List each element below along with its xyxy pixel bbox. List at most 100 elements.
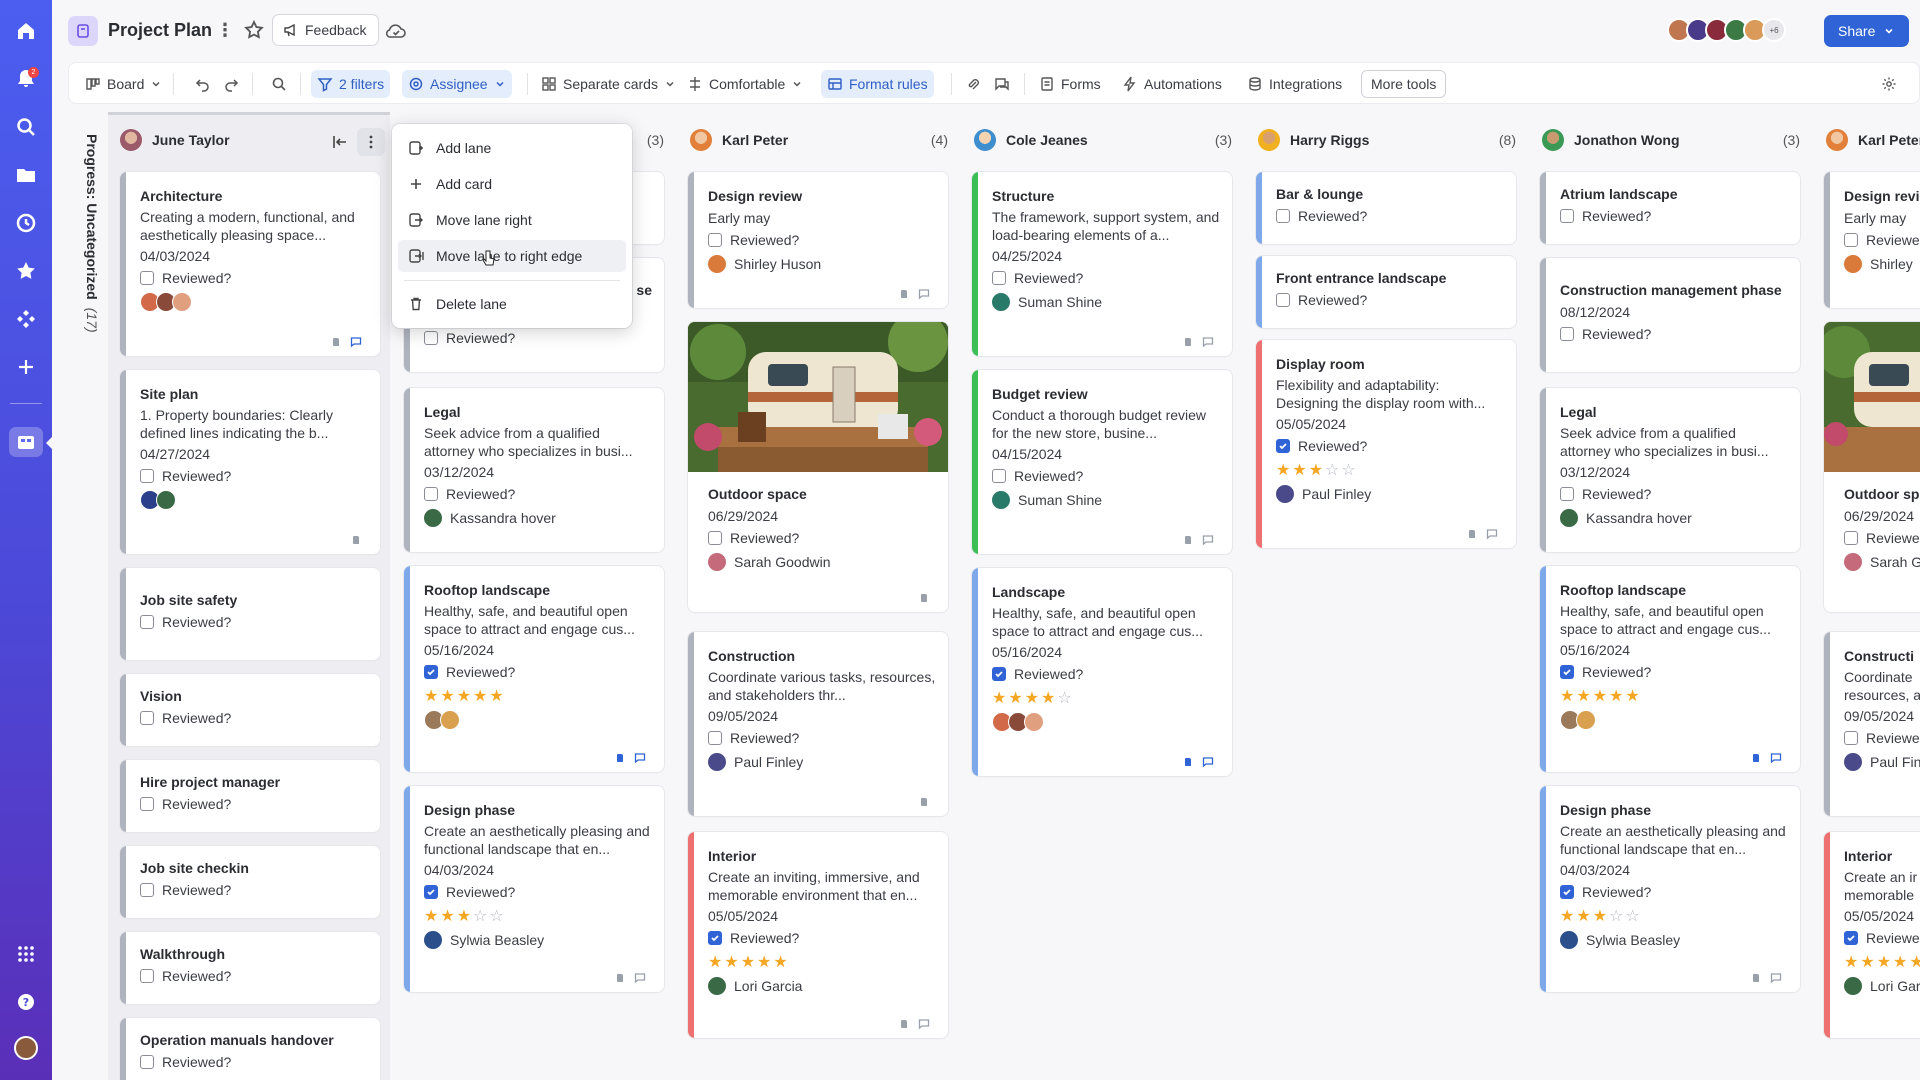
star-rating[interactable]: ★ ★ ★ ★ ★ — [708, 950, 936, 974]
card[interactable]: Rooftop landscape Healthy, safe, and bea… — [404, 566, 664, 772]
checkbox[interactable] — [1560, 665, 1574, 679]
card-assignee[interactable]: Kassandra hover — [424, 506, 652, 530]
comment-icon[interactable] — [1202, 756, 1214, 768]
paperclip-icon[interactable] — [1750, 752, 1762, 764]
card[interactable]: Bar & lounge Reviewed? — [1256, 172, 1516, 244]
lane-header[interactable]: Cole Jeanes (3) — [974, 112, 1232, 168]
checkbox[interactable] — [1276, 209, 1290, 223]
checkbox[interactable] — [424, 885, 438, 899]
checkbox[interactable] — [140, 1055, 154, 1069]
clock-icon[interactable] — [14, 211, 38, 235]
comments-button[interactable] — [988, 70, 1016, 98]
plus-icon[interactable] — [14, 355, 38, 379]
swimlane-group-label[interactable]: Progress: Uncategorized (17) — [84, 134, 100, 333]
star-rating[interactable]: ★ ★ ★ ☆ ☆ — [424, 904, 652, 928]
lane-menu-button[interactable] — [357, 128, 385, 156]
menu-item-move-lane-to-right-edge[interactable]: Move lane to right edge — [398, 240, 626, 272]
card[interactable]: Structure The framework, support system,… — [972, 172, 1232, 356]
reviewed-checkbox[interactable]: Reviewed? — [992, 662, 1220, 686]
card-assignee[interactable]: Paul Finley — [708, 750, 936, 774]
checkbox[interactable] — [992, 271, 1006, 285]
card-assignee[interactable]: Sylwia Beasley — [1560, 928, 1788, 952]
undo-button[interactable] — [189, 70, 217, 98]
reviewed-checkbox[interactable]: Reviewed? — [1560, 322, 1788, 346]
reviewed-checkbox[interactable]: Reviewe — [1844, 526, 1920, 550]
reviewed-checkbox[interactable]: Reviewe — [1844, 926, 1920, 950]
star-rating[interactable]: ★ ★ ★ ☆ ☆ — [1560, 904, 1788, 928]
comment-icon[interactable] — [1770, 752, 1782, 764]
star-rating[interactable]: ★ ★ ★ ★ ★ — [1560, 684, 1788, 708]
reviewed-checkbox[interactable]: Reviewed? — [1560, 482, 1788, 506]
card[interactable]: Job site checkin Reviewed? — [120, 846, 380, 918]
reviewed-checkbox[interactable]: Reviewed? — [992, 266, 1220, 290]
card-assignee[interactable]: Paul Finley — [1276, 482, 1504, 506]
comment-icon[interactable] — [918, 1018, 930, 1030]
card[interactable]: Interior Create an inviting, immersive, … — [688, 832, 948, 1038]
checkbox[interactable] — [1844, 731, 1858, 745]
assignee-avatars[interactable] — [140, 488, 368, 512]
star-rating[interactable]: ★ ★ ★ ★ ☆ — [992, 686, 1220, 710]
reviewed-checkbox[interactable]: Reviewed? — [1560, 204, 1788, 228]
lane-header[interactable]: Harry Riggs (8) — [1258, 112, 1516, 168]
reviewed-checkbox[interactable]: Reviewed? — [992, 464, 1220, 488]
card-assignee[interactable]: Sarah Goodwin — [708, 550, 936, 574]
attachments-button[interactable] — [959, 70, 987, 98]
reviewed-checkbox[interactable]: Reviewed? — [424, 326, 652, 350]
paperclip-icon[interactable] — [614, 752, 626, 764]
card[interactable]: Constructi Coordinate resources, a 09/05… — [1824, 632, 1920, 816]
assignee-avatars[interactable] — [140, 290, 368, 314]
view-switcher-button[interactable]: Board — [79, 70, 168, 98]
share-button[interactable]: Share — [1824, 15, 1910, 47]
paperclip-icon[interactable] — [350, 534, 362, 546]
checkbox[interactable] — [1844, 531, 1858, 545]
checkbox[interactable] — [992, 667, 1006, 681]
paperclip-icon[interactable] — [1750, 972, 1762, 984]
reviewed-checkbox[interactable]: Reviewed? — [708, 526, 936, 550]
checkbox[interactable] — [140, 711, 154, 725]
menu-item-delete-lane[interactable]: Delete lane — [398, 288, 626, 320]
reviewed-checkbox[interactable]: Reviewed? — [140, 266, 368, 290]
card-assignee[interactable]: Shirley Huson — [708, 252, 936, 276]
comment-icon[interactable] — [634, 972, 646, 984]
star-rating[interactable]: ★ ★ ★ ☆ ☆ — [1276, 458, 1504, 482]
assignee-avatars[interactable] — [1560, 708, 1788, 732]
lane-header[interactable]: Karl Peter (4) — [690, 112, 948, 168]
card[interactable]: Design phase Create an aesthetically ple… — [1540, 786, 1800, 992]
search-button[interactable] — [265, 70, 293, 98]
star-icon[interactable] — [14, 259, 38, 283]
card[interactable]: Legal Seek advice from a qualified attor… — [404, 388, 664, 552]
paperclip-icon[interactable] — [918, 796, 930, 808]
integrations-button[interactable]: Integrations — [1241, 70, 1348, 98]
redo-button[interactable] — [217, 70, 245, 98]
reviewed-checkbox[interactable]: Reviewed? — [1276, 204, 1504, 228]
checkbox[interactable] — [708, 731, 722, 745]
card[interactable]: Job site safety Reviewed? — [120, 568, 380, 660]
paperclip-icon[interactable] — [1182, 534, 1194, 546]
checkbox[interactable] — [424, 665, 438, 679]
assignee-button[interactable]: Assignee — [402, 70, 512, 98]
checkbox[interactable] — [1276, 293, 1290, 307]
apps-hub-icon[interactable] — [14, 307, 38, 331]
reviewed-checkbox[interactable]: Reviewed? — [140, 792, 368, 816]
reviewed-checkbox[interactable]: Reviewed? — [1276, 434, 1504, 458]
checkbox[interactable] — [708, 531, 722, 545]
collaborator-avatars[interactable]: +6 — [1667, 18, 1786, 42]
apps-grid-icon[interactable] — [14, 942, 38, 966]
star-rating[interactable]: ★ ★ ★ ★ ★ — [424, 684, 652, 708]
automations-button[interactable]: Automations — [1116, 70, 1228, 98]
reviewed-checkbox[interactable]: Reviewed? — [1276, 288, 1504, 312]
card[interactable]: Rooftop landscape Healthy, safe, and bea… — [1540, 566, 1800, 772]
density-button[interactable]: Comfortable — [681, 70, 809, 98]
reviewed-checkbox[interactable]: Reviewed? — [140, 878, 368, 902]
filters-button[interactable]: 2 filters — [311, 70, 391, 98]
card[interactable]: Construction management phase 08/12/2024… — [1540, 258, 1800, 372]
comment-icon[interactable] — [1770, 972, 1782, 984]
separate-cards-button[interactable]: Separate cards — [535, 70, 682, 98]
checkbox[interactable] — [140, 969, 154, 983]
format-rules-button[interactable]: Format rules — [821, 70, 934, 98]
checkbox[interactable] — [1560, 209, 1574, 223]
reviewed-checkbox[interactable]: Reviewed? — [140, 610, 368, 634]
card[interactable]: Walkthrough Reviewed? — [120, 932, 380, 1004]
checkbox[interactable] — [1844, 931, 1858, 945]
checkbox[interactable] — [1560, 885, 1574, 899]
